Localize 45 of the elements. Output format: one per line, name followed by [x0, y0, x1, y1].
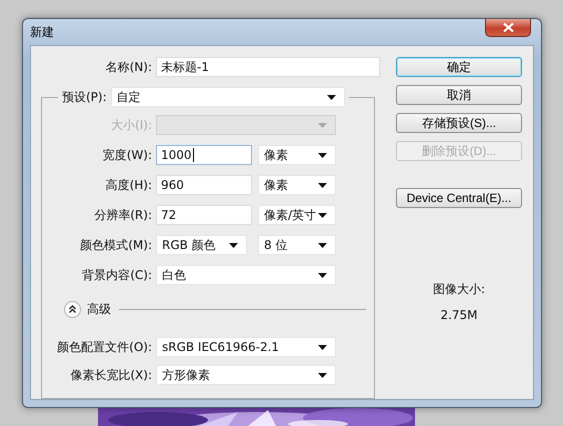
dropdown[interactable]: 白色 — [156, 265, 336, 285]
field-label: 名称(N): — [104, 58, 153, 76]
caret-icon — [318, 212, 327, 218]
collapse-toggle-icon[interactable] — [64, 300, 81, 318]
caret-icon — [318, 122, 327, 128]
caret-icon — [318, 182, 327, 188]
dialog-button[interactable]: Device Central(E)... — [396, 188, 522, 208]
caret-icon — [318, 372, 327, 378]
dialog-button[interactable]: 确定 — [396, 57, 522, 77]
dropdown[interactable]: RGB 颜色 — [156, 235, 247, 255]
name-field[interactable]: 未标题-1 — [156, 57, 380, 77]
image-size-label: 图像大小: — [432, 281, 486, 298]
section-label: 高级 — [87, 300, 111, 318]
field-label: 大小(I): — [110, 116, 153, 134]
field-label: 颜色模式(M): — [79, 236, 153, 254]
number-field[interactable]: 1000 — [156, 145, 252, 165]
dropdown[interactable]: 8 位 — [258, 235, 336, 255]
field-label: 背景内容(C): — [81, 266, 153, 284]
field-label: 高度(H): — [104, 176, 153, 194]
dialog-button[interactable]: 取消 — [396, 85, 522, 105]
caret-icon — [318, 152, 327, 158]
field-label: 宽度(W): — [102, 146, 153, 164]
dropdown[interactable]: 自定 — [110, 87, 345, 107]
text-cursor — [192, 148, 194, 162]
caret-icon — [229, 242, 238, 248]
caret-icon — [326, 94, 336, 100]
window-title: 新建 — [30, 24, 54, 40]
caret-icon — [318, 242, 327, 248]
field-label: 像素长宽比(X): — [69, 366, 153, 384]
close-button[interactable] — [485, 18, 531, 36]
dialog-button[interactable]: 存储预设(S)... — [396, 113, 522, 133]
close-icon — [502, 22, 514, 32]
number-field[interactable]: 72 — [156, 205, 252, 225]
dropdown[interactable]: 像素 — [258, 175, 336, 195]
field-label: 颜色配置文件(O): — [56, 338, 153, 356]
number-field[interactable]: 960 — [156, 175, 252, 195]
dropdown[interactable]: 方形像素 — [156, 365, 336, 385]
field-label: 预设(P): — [62, 88, 108, 106]
field-label: 分辨率(R): — [93, 206, 153, 224]
image-size-value: 2.75M — [439, 308, 479, 322]
caret-icon — [318, 344, 327, 350]
caret-icon — [318, 272, 327, 278]
dropdown[interactable]: sRGB IEC61966-2.1 — [156, 337, 336, 357]
dropdown[interactable]: 像素/英寸 — [258, 205, 336, 225]
dropdown[interactable]: 像素 — [258, 145, 336, 165]
